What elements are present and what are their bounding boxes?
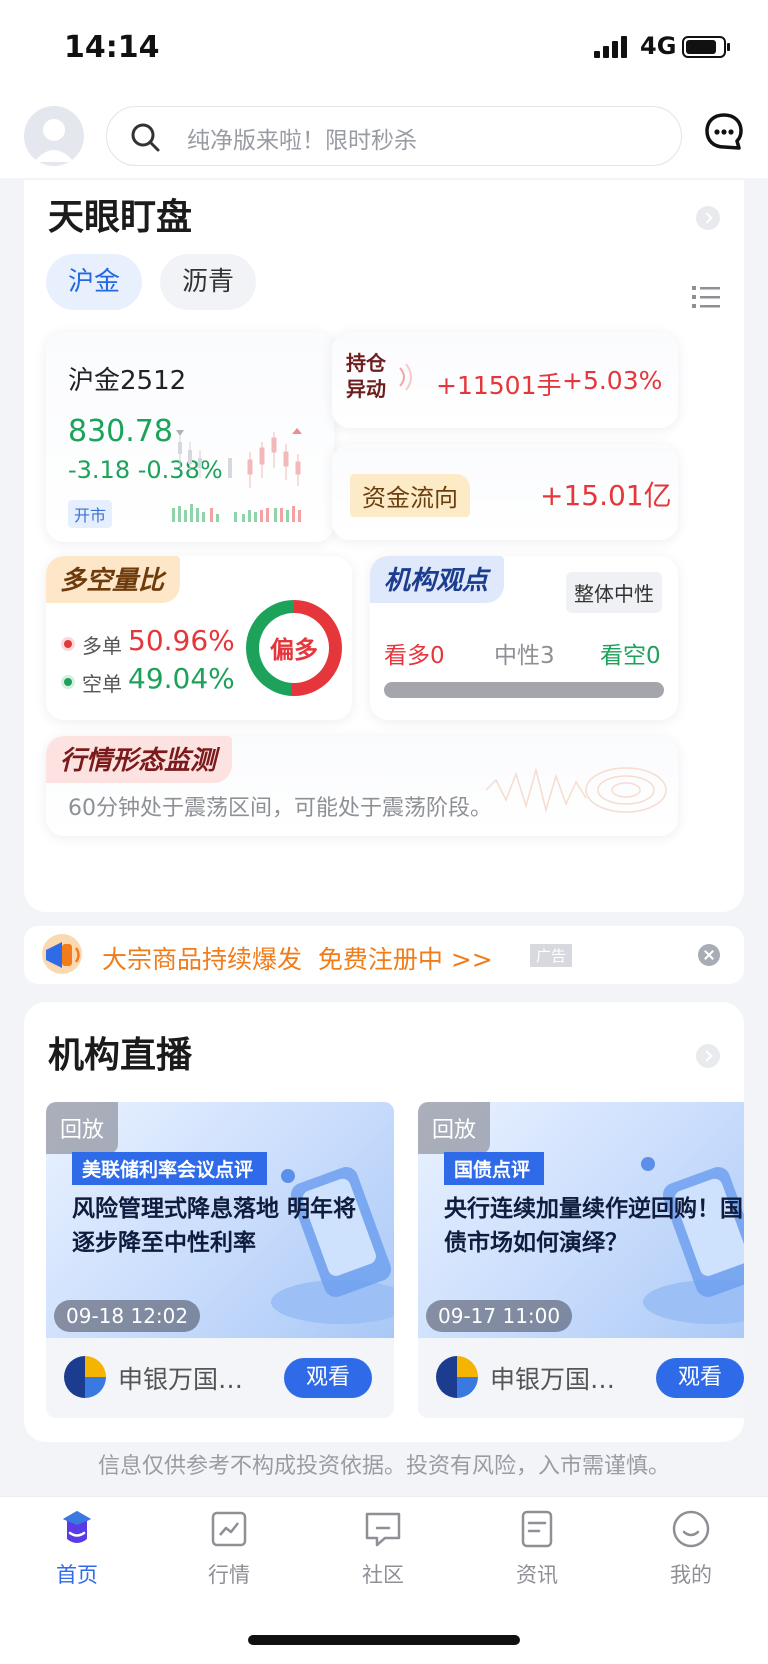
quote-card[interactable]: 沪金2512 830.78 -3.18 -0.38% 开市 bbox=[46, 332, 334, 542]
long-short-donut: 偏多 bbox=[246, 600, 342, 696]
community-icon bbox=[365, 1512, 401, 1547]
live-item[interactable]: 回放 美联储利率会议点评 风险管理式降息落地 明年将逐步降至中性利率 09-18… bbox=[46, 1102, 394, 1418]
tab-label: 行情 bbox=[208, 1563, 250, 1587]
live-topic: 国债点评 bbox=[444, 1152, 545, 1185]
tab-home[interactable]: 首页 bbox=[22, 1509, 132, 1589]
long-short-label: 多空量比 bbox=[46, 556, 181, 603]
home-icon bbox=[63, 1511, 91, 1543]
megaphone-icon bbox=[42, 934, 82, 974]
overall-view-badge: 整体中性 bbox=[566, 572, 662, 613]
org-name: 申银万国… bbox=[118, 1365, 244, 1394]
network-type: 4G bbox=[640, 32, 677, 60]
contract-price: 830.78 bbox=[68, 414, 173, 449]
tab-label: 资讯 bbox=[516, 1563, 558, 1587]
position-lots: +11501手 bbox=[436, 371, 562, 400]
chevron-right-icon[interactable] bbox=[696, 206, 720, 230]
tab-market[interactable]: 行情 bbox=[174, 1509, 284, 1589]
wave-icon bbox=[399, 363, 412, 391]
live-time: 09-17 11:00 bbox=[426, 1300, 573, 1332]
status-time: 14:14 bbox=[64, 30, 160, 65]
ad-banner[interactable]: 大宗商品持续爆发 免费注册中 >> 广告 bbox=[24, 926, 744, 984]
live-headline: 央行连续加量续作逆回购！国债市场如何演绎？ bbox=[444, 1196, 743, 1256]
pattern-card[interactable]: 行情形态监测 60分钟处于震荡区间，可能处于震荡阶段。 bbox=[46, 736, 678, 836]
bias-label: 偏多 bbox=[270, 636, 318, 664]
tab-label: 我的 bbox=[670, 1563, 712, 1587]
tab-profile[interactable]: 我的 bbox=[636, 1509, 746, 1589]
avatar[interactable] bbox=[24, 106, 84, 166]
tab-label: 社区 bbox=[362, 1563, 404, 1587]
fund-flow-card[interactable]: 资金流向 +15.01亿 bbox=[332, 444, 678, 540]
long-value: 50.96% bbox=[128, 624, 235, 657]
watch-button[interactable]: 观看 bbox=[656, 1358, 744, 1398]
org-logo bbox=[64, 1356, 106, 1398]
pattern-wave-decoration bbox=[485, 767, 667, 813]
section-title: 天眼盯盘 bbox=[48, 197, 193, 238]
home-indicator bbox=[248, 1635, 520, 1645]
battery-icon bbox=[682, 36, 730, 58]
live-item[interactable]: 回放 国债点评 央行连续加量续作逆回购！国债市场如何演绎？ 09-17 11:0… bbox=[418, 1102, 744, 1418]
ad-tag: 广告 bbox=[530, 944, 573, 967]
position-label-line2: 异动 bbox=[346, 377, 386, 401]
section-title: 机构直播 bbox=[48, 1035, 193, 1076]
chart-icon bbox=[211, 1511, 247, 1547]
watch-card: 天眼盯盘 沪金 沥青 沪金2512 830.78 -3.18 -0.38% 开市 bbox=[24, 180, 744, 912]
institution-bar bbox=[384, 682, 664, 698]
short-dot bbox=[64, 678, 72, 686]
contract-name: 沪金2512 bbox=[68, 366, 187, 396]
long-label: 多单 bbox=[82, 634, 122, 658]
watch-button[interactable]: 观看 bbox=[284, 1358, 372, 1398]
tab-label: 首页 bbox=[56, 1563, 98, 1587]
bearish-count: 看空0 bbox=[600, 643, 661, 669]
market-status-badge: 开市 bbox=[68, 500, 113, 528]
tab-community[interactable]: 社区 bbox=[328, 1509, 438, 1589]
mini-kline-chart bbox=[172, 428, 302, 522]
chevron-right-icon[interactable] bbox=[696, 1044, 720, 1068]
ad-text: 大宗商品持续爆发 免费注册中 >> bbox=[102, 945, 493, 974]
short-value: 49.04% bbox=[128, 662, 235, 695]
institution-card[interactable]: 机构观点 整体中性 看多0 中性3 看空0 bbox=[370, 556, 678, 720]
chat-icon[interactable] bbox=[704, 112, 744, 152]
long-short-card[interactable]: 多空量比 多单 50.96% 空单 49.04% 偏多 bbox=[46, 556, 352, 720]
position-change-label: 持仓 异动 bbox=[346, 350, 386, 402]
long-dot bbox=[64, 640, 72, 648]
fund-flow-value: +15.01亿 bbox=[540, 479, 672, 512]
close-icon[interactable] bbox=[698, 944, 720, 966]
replay-badge: 回放 bbox=[46, 1102, 119, 1154]
profile-icon bbox=[672, 1510, 710, 1548]
pattern-text: 60分钟处于震荡区间，可能处于震荡阶段。 bbox=[68, 796, 492, 821]
news-icon bbox=[521, 1510, 553, 1548]
change-value: -3.18 bbox=[68, 456, 131, 484]
position-pct: +5.03% bbox=[562, 366, 663, 395]
live-card: 机构直播 回放 美联储利率会议点评 风险管理式降息落地 明年将逐步降至中性利率 … bbox=[24, 1002, 744, 1442]
list-icon[interactable] bbox=[692, 284, 720, 310]
position-change-card[interactable]: 持仓 异动 +11501手 +5.03% bbox=[332, 332, 678, 428]
search-icon bbox=[131, 123, 160, 152]
org-name: 申银万国… bbox=[490, 1365, 616, 1394]
live-headline: 风险管理式降息落地 明年将逐步降至中性利率 bbox=[72, 1196, 357, 1256]
live-time: 09-18 12:02 bbox=[54, 1300, 201, 1332]
user-icon bbox=[34, 119, 74, 162]
tab-bar: 首页 行情 社区 资讯 我的 bbox=[0, 1496, 768, 1664]
org-logo bbox=[436, 1356, 478, 1398]
search-bar[interactable]: 纯净版来啦！限时秒杀 bbox=[106, 106, 682, 166]
position-label-line1: 持仓 bbox=[346, 351, 386, 375]
search-placeholder: 纯净版来啦！限时秒杀 bbox=[187, 128, 417, 154]
fund-flow-label: 资金流向 bbox=[350, 474, 470, 517]
pattern-label: 行情形态监测 bbox=[46, 736, 233, 783]
bullish-count: 看多0 bbox=[384, 643, 445, 669]
tab-news[interactable]: 资讯 bbox=[482, 1509, 592, 1589]
replay-badge: 回放 bbox=[418, 1102, 491, 1154]
signal-icon bbox=[594, 36, 627, 58]
neutral-count: 中性3 bbox=[494, 643, 555, 669]
tab-liqing[interactable]: 沥青 bbox=[160, 254, 256, 310]
top-bar: 纯净版来啦！限时秒杀 bbox=[0, 96, 768, 178]
tab-hujin[interactable]: 沪金 bbox=[46, 254, 142, 310]
institution-label: 机构观点 bbox=[370, 556, 505, 603]
disclaimer: 信息仅供参考不构成投资依据。投资有风险，入市需谨慎。 bbox=[97, 1454, 670, 1479]
status-bar: 14:14 4G bbox=[0, 0, 768, 96]
short-label: 空单 bbox=[82, 672, 122, 696]
live-topic: 美联储利率会议点评 bbox=[72, 1152, 268, 1185]
